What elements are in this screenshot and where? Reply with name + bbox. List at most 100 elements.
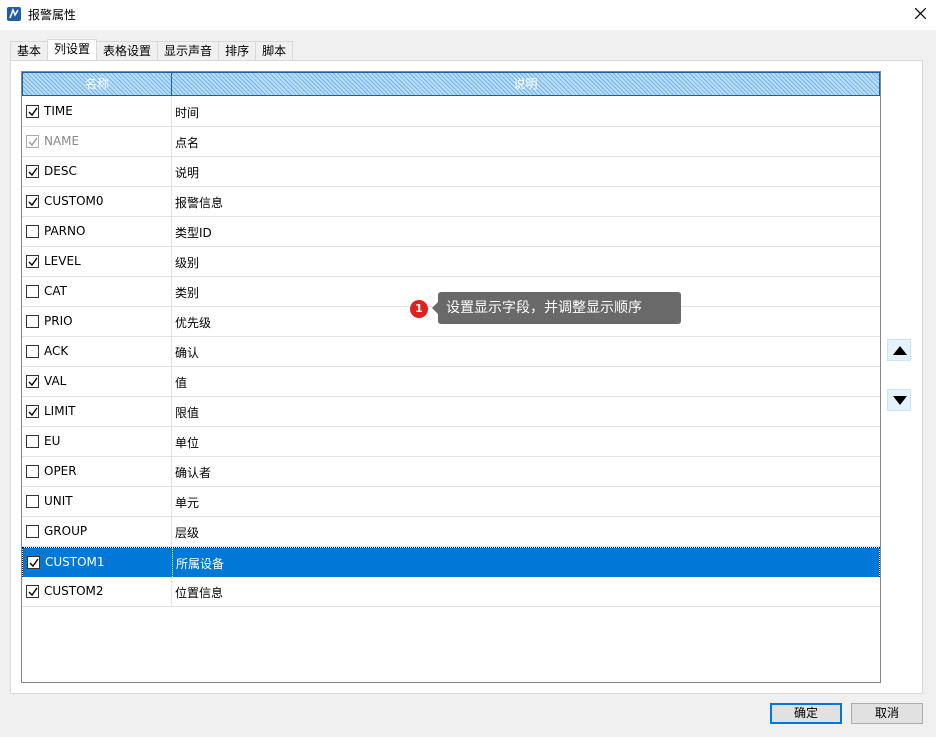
table-row[interactable]: NAME 点名 [22,127,880,157]
table-row[interactable]: TIME 时间 [22,97,880,127]
column-checkbox[interactable] [26,225,39,238]
column-name: EU [44,434,61,448]
table-row[interactable]: ACK 确认 [22,337,880,367]
description-cell[interactable]: 报警信息 [172,187,880,216]
description-cell[interactable]: 所属设备 [173,548,879,577]
column-checkbox [26,135,39,148]
tab-basic[interactable]: 基本 [10,41,49,60]
description-cell[interactable]: 位置信息 [172,577,880,606]
column-checkbox[interactable] [26,405,39,418]
column-checkbox[interactable] [26,435,39,448]
tab-sort[interactable]: 排序 [218,41,257,60]
table-row[interactable]: UNIT 单元 [22,487,880,517]
tab-display-sound[interactable]: 显示声音 [157,41,220,60]
column-name: CUSTOM0 [44,194,104,208]
column-checkbox[interactable] [26,495,39,508]
tab-script[interactable]: 脚本 [255,41,294,60]
column-checkbox[interactable] [26,465,39,478]
column-grid: 名称 说明 TIME 时间 NAME 点名 DESC 说明 CUSTOM0 报警信息 PARNO… [21,71,881,683]
column-checkbox[interactable] [26,585,39,598]
column-checkbox[interactable] [26,345,39,358]
tab-strip: 基本 列设置 表格设置 显示声音 排序 脚本 [10,39,294,61]
column-name: LEVEL [44,254,81,268]
column-description: 所属设备 [176,557,225,571]
table-row[interactable]: CUSTOM1 所属设备 [22,547,880,577]
column-name: LIMIT [44,404,76,418]
grid-header: 名称 说明 [22,72,880,96]
column-checkbox[interactable] [26,315,39,328]
table-row[interactable]: CUSTOM2 位置信息 [22,577,880,607]
column-description: 类型ID [175,226,212,240]
checkmark-icon [28,167,38,177]
grid-rows: TIME 时间 NAME 点名 DESC 说明 CUSTOM0 报警信息 PARNO 类型ID LE… [22,97,880,607]
description-cell[interactable]: 层级 [172,517,880,546]
column-name: NAME [44,134,80,148]
column-checkbox[interactable] [26,165,39,178]
description-cell[interactable]: 时间 [172,97,880,126]
checkmark-icon [28,137,38,147]
triangle-up-icon [893,346,907,355]
name-cell: NAME [22,127,172,156]
description-cell[interactable]: 单元 [172,487,880,516]
checkmark-icon [28,587,38,597]
tab-column-settings[interactable]: 列设置 [47,39,98,60]
name-cell: PRIO [22,307,172,336]
description-cell[interactable]: 确认者 [172,457,880,486]
table-row[interactable]: DESC 说明 [22,157,880,187]
name-cell: VAL [22,367,172,396]
table-row[interactable]: GROUP 层级 [22,517,880,547]
column-description: 报警信息 [175,196,224,210]
column-description: 层级 [175,526,200,540]
table-row[interactable]: PARNO 类型ID [22,217,880,247]
title-bar: 报警属性 [0,0,936,30]
description-cell[interactable]: 限值 [172,397,880,426]
column-checkbox[interactable] [26,525,39,538]
triangle-down-icon [893,396,907,405]
column-name: ACK [44,344,69,358]
description-cell[interactable]: 单位 [172,427,880,456]
header-name[interactable]: 名称 [22,72,172,96]
move-down-button[interactable] [887,389,911,411]
column-description: 优先级 [175,316,212,330]
column-name: VAL [44,374,67,388]
column-checkbox[interactable] [26,285,39,298]
cancel-button[interactable]: 取消 [851,703,923,724]
column-checkbox[interactable] [26,375,39,388]
table-row[interactable]: CUSTOM0 报警信息 [22,187,880,217]
table-row[interactable]: LEVEL 级别 [22,247,880,277]
column-checkbox[interactable] [27,556,40,569]
description-cell[interactable]: 级别 [172,247,880,276]
name-cell: TIME [22,97,172,126]
description-cell[interactable]: 值 [172,367,880,396]
description-cell[interactable]: 类型ID [172,217,880,246]
close-button[interactable] [906,0,936,28]
table-row[interactable]: EU 单位 [22,427,880,457]
table-row[interactable]: OPER 确认者 [22,457,880,487]
column-name: CUSTOM2 [44,584,104,598]
name-cell: LEVEL [22,247,172,276]
column-description: 时间 [175,106,200,120]
header-description[interactable]: 说明 [171,72,880,96]
column-checkbox[interactable] [26,255,39,268]
table-row[interactable]: LIMIT 限值 [22,397,880,427]
column-checkbox[interactable] [26,105,39,118]
app-icon [7,7,21,21]
ok-button[interactable]: 确定 [770,703,842,724]
tab-table-settings[interactable]: 表格设置 [96,41,159,60]
description-cell[interactable]: 确认 [172,337,880,366]
description-cell[interactable]: 点名 [172,127,880,156]
name-cell: ACK [22,337,172,366]
name-cell: CUSTOM0 [22,187,172,216]
tab-panel: 名称 说明 TIME 时间 NAME 点名 DESC 说明 CUSTOM0 报警信息 PARNO… [10,60,923,694]
name-cell: CAT [22,277,172,306]
close-icon [915,8,926,19]
column-name: UNIT [44,494,73,508]
description-cell[interactable]: 说明 [172,157,880,186]
move-up-button[interactable] [887,339,911,361]
name-cell: CUSTOM1 [23,548,173,577]
column-name: CUSTOM1 [45,555,105,569]
column-name: PRIO [44,314,73,328]
table-row[interactable]: VAL 值 [22,367,880,397]
step-badge: 1 [410,300,428,318]
column-checkbox[interactable] [26,195,39,208]
